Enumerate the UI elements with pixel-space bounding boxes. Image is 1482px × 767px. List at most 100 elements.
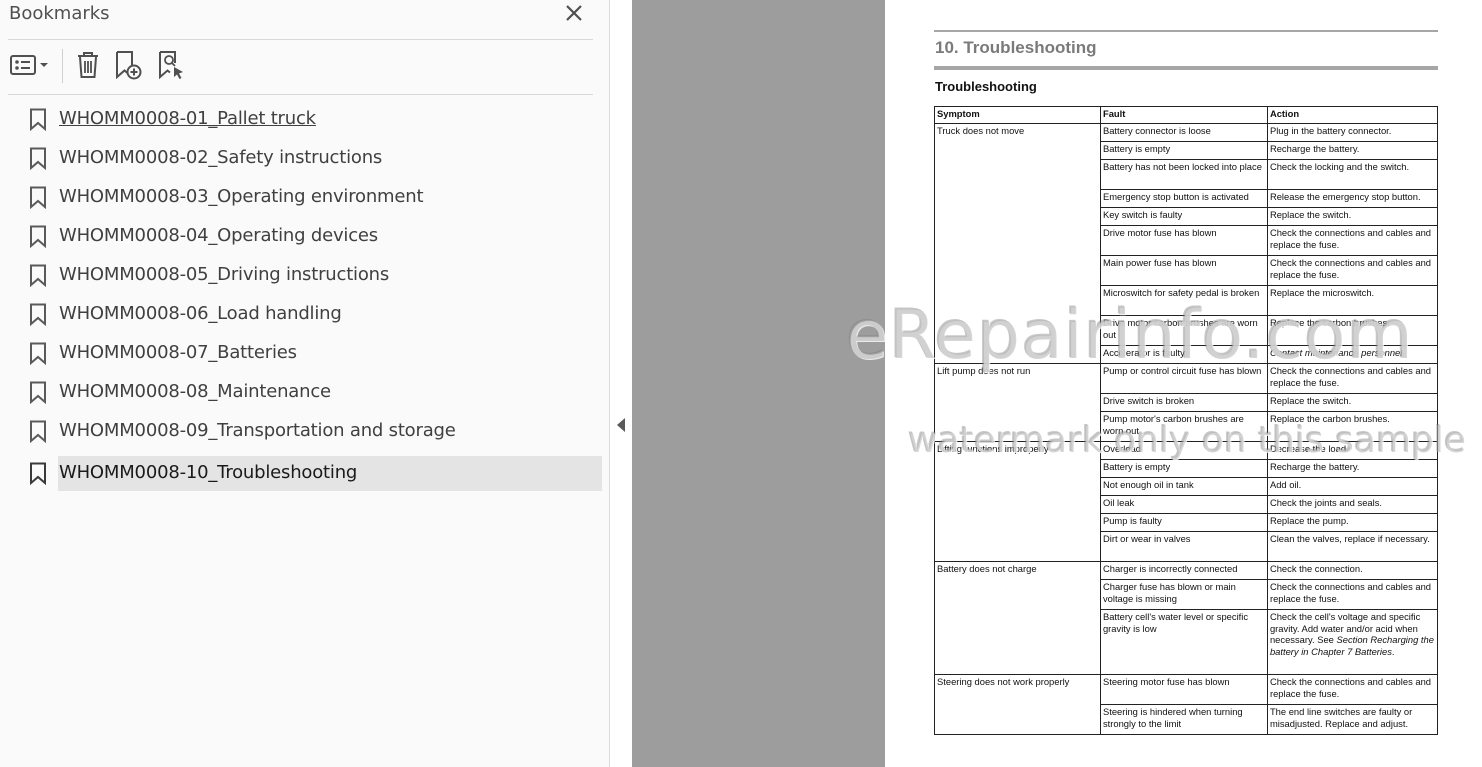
- action-cell: Check the connection.: [1266, 561, 1439, 580]
- bookmark-item-selected[interactable]: WHOMM0008-10_Troubleshooting: [0, 456, 609, 491]
- action-cell: Check the connections and cables and rep…: [1266, 363, 1439, 394]
- fault-cell: Overload: [1099, 441, 1268, 460]
- troubleshooting-table: Symptom Fault Action Truck does not move…: [934, 106, 1439, 735]
- fault-cell: Drive motor carbon brushes are worn out: [1099, 315, 1268, 346]
- fault-cell: Key switch is faulty: [1099, 207, 1268, 226]
- header-action: Action: [1266, 106, 1439, 124]
- bookmark-item[interactable]: WHOMM0008-05_Driving instructions: [0, 258, 609, 293]
- action-cell: Replace the microswitch.: [1266, 285, 1439, 316]
- header-fault: Fault: [1099, 106, 1268, 124]
- bookmark-item[interactable]: WHOMM0008-09_Transportation and storage: [0, 414, 609, 449]
- fault-cell: Pump motor's carbon brushes are worn out: [1099, 411, 1268, 442]
- bookmark-label: WHOMM0008-09_Transportation and storage: [59, 420, 456, 441]
- action-cell: Recharge the battery.: [1266, 459, 1439, 478]
- action-cell: Check the connections and cables and rep…: [1266, 225, 1439, 256]
- fault-cell: Dirt or wear in valves: [1099, 531, 1268, 562]
- close-panel-button[interactable]: [563, 2, 585, 24]
- bookmark-icon: [30, 420, 46, 443]
- bookmark-icon: [30, 225, 46, 248]
- panel-splitter[interactable]: [610, 0, 632, 767]
- bookmark-icon: [30, 303, 46, 326]
- fault-cell: Drive motor fuse has blown: [1099, 225, 1268, 256]
- bookmark-item[interactable]: WHOMM0008-08_Maintenance: [0, 375, 609, 410]
- find-bookmark-button[interactable]: [156, 49, 188, 81]
- header-symptom: Symptom: [934, 106, 1101, 124]
- action-cell: The end line switches are faulty or misa…: [1266, 704, 1439, 735]
- chapter-title: 10. Troubleshooting: [935, 38, 1097, 57]
- fault-cell: Battery has not been locked into place: [1099, 159, 1268, 190]
- fault-cell: Battery connector is loose: [1099, 123, 1268, 142]
- fault-cell: Steering motor fuse has blown: [1099, 674, 1268, 705]
- action-cell: Check the connections and cables and rep…: [1266, 674, 1439, 705]
- symptom-cell: Lifting functions improperly: [934, 441, 1101, 562]
- bookmark-item[interactable]: WHOMM0008-02_Safety instructions: [0, 141, 609, 176]
- action-cell: Replace the carbon brushes.: [1266, 315, 1439, 346]
- fault-cell: Not enough oil in tank: [1099, 477, 1268, 496]
- action-cell: Check the connections and cables and rep…: [1266, 579, 1439, 610]
- fault-cell: Battery is empty: [1099, 141, 1268, 160]
- options-menu-button[interactable]: [8, 49, 52, 81]
- bookmark-item[interactable]: WHOMM0008-04_Operating devices: [0, 219, 609, 254]
- bookmark-label: WHOMM0008-10_Troubleshooting: [59, 462, 358, 483]
- panel-divider-bottom: [8, 94, 593, 95]
- section-title: Troubleshooting: [935, 79, 1037, 94]
- table-header-row: Symptom Fault Action: [934, 106, 1439, 124]
- document-page: 10. Troubleshooting Troubleshooting Symp…: [885, 0, 1482, 767]
- fault-cell: Accelerator is faulty: [1099, 345, 1268, 364]
- fault-cell: Drive switch is broken: [1099, 393, 1268, 412]
- symptom-cell: Battery does not charge: [934, 561, 1101, 675]
- panel-title: Bookmarks: [9, 3, 110, 24]
- action-cell: Plug in the battery connector.: [1266, 123, 1439, 142]
- table-row: Battery does not charge Charger is incor…: [934, 561, 1439, 675]
- fault-cell: Steering is hindered when turning strong…: [1099, 704, 1268, 735]
- fault-cell: Charger fuse has blown or main voltage i…: [1099, 579, 1268, 610]
- bookmark-label: WHOMM0008-03_Operating environment: [59, 186, 424, 207]
- bookmark-label: WHOMM0008-02_Safety instructions: [59, 147, 383, 168]
- bookmarks-panel: Bookmarks WHOMM0008-01_Pallet truck WHOM…: [0, 0, 610, 767]
- fault-cell: Oil leak: [1099, 495, 1268, 514]
- fault-cell: Emergency stop button is activated: [1099, 189, 1268, 208]
- table-row: Lift pump does not run Pump or control c…: [934, 363, 1439, 442]
- bookmark-icon: [30, 108, 46, 131]
- action-cell: Replace the switch.: [1266, 393, 1439, 412]
- bookmark-icon: [30, 147, 46, 170]
- bookmark-icon: [30, 462, 46, 485]
- bookmark-label: WHOMM0008-01_Pallet truck: [59, 108, 316, 129]
- header-rule: [934, 30, 1438, 32]
- fault-cell: Microswitch for safety pedal is broken: [1099, 285, 1268, 316]
- bookmark-label: WHOMM0008-08_Maintenance: [59, 381, 331, 402]
- action-cell: Check the locking and the switch.: [1266, 159, 1439, 190]
- bookmark-item[interactable]: WHOMM0008-01_Pallet truck: [0, 102, 609, 137]
- fault-cell: Charger is incorrectly connected: [1099, 561, 1268, 580]
- fault-cell: Main power fuse has blown: [1099, 255, 1268, 286]
- new-bookmark-button[interactable]: [112, 49, 144, 81]
- action-cell: Recharge the battery.: [1266, 141, 1439, 160]
- bookmark-icon: [30, 186, 46, 209]
- collapse-arrow-icon[interactable]: [617, 418, 625, 432]
- bookmark-find-icon: [159, 51, 183, 80]
- action-cell: Contact maintenance personnel.: [1266, 345, 1439, 364]
- bookmark-item[interactable]: WHOMM0008-07_Batteries: [0, 336, 609, 371]
- trash-icon: [78, 52, 98, 78]
- bookmark-label: WHOMM0008-05_Driving instructions: [59, 264, 390, 285]
- bookmark-item[interactable]: WHOMM0008-03_Operating environment: [0, 180, 609, 215]
- action-cell: Check the connections and cables and rep…: [1266, 255, 1439, 286]
- delete-bookmark-button[interactable]: [72, 49, 104, 81]
- bookmark-label: WHOMM0008-06_Load handling: [59, 303, 342, 324]
- action-cell: Clean the valves, replace if necessary.: [1266, 531, 1439, 562]
- toolbar-divider: [62, 49, 63, 83]
- action-cell: Release the emergency stop button.: [1266, 189, 1439, 208]
- fault-cell: Battery is empty: [1099, 459, 1268, 478]
- symptom-cell: Truck does not move: [934, 123, 1101, 364]
- table-row: Truck does not move Battery connector is…: [934, 123, 1439, 364]
- close-icon: [566, 5, 582, 21]
- bookmark-icon: [30, 264, 46, 287]
- action-cell: Decrease the load.: [1266, 441, 1439, 460]
- action-cell: Replace the pump.: [1266, 513, 1439, 532]
- action-cell: Check the joints and seals.: [1266, 495, 1439, 514]
- bookmark-icon: [30, 342, 46, 365]
- action-cell: Replace the carbon brushes.: [1266, 411, 1439, 442]
- action-cell: Check the cell's voltage and specific gr…: [1266, 609, 1439, 675]
- table-row: Lifting functions improperly Overload De…: [934, 441, 1439, 562]
- bookmark-item[interactable]: WHOMM0008-06_Load handling: [0, 297, 609, 332]
